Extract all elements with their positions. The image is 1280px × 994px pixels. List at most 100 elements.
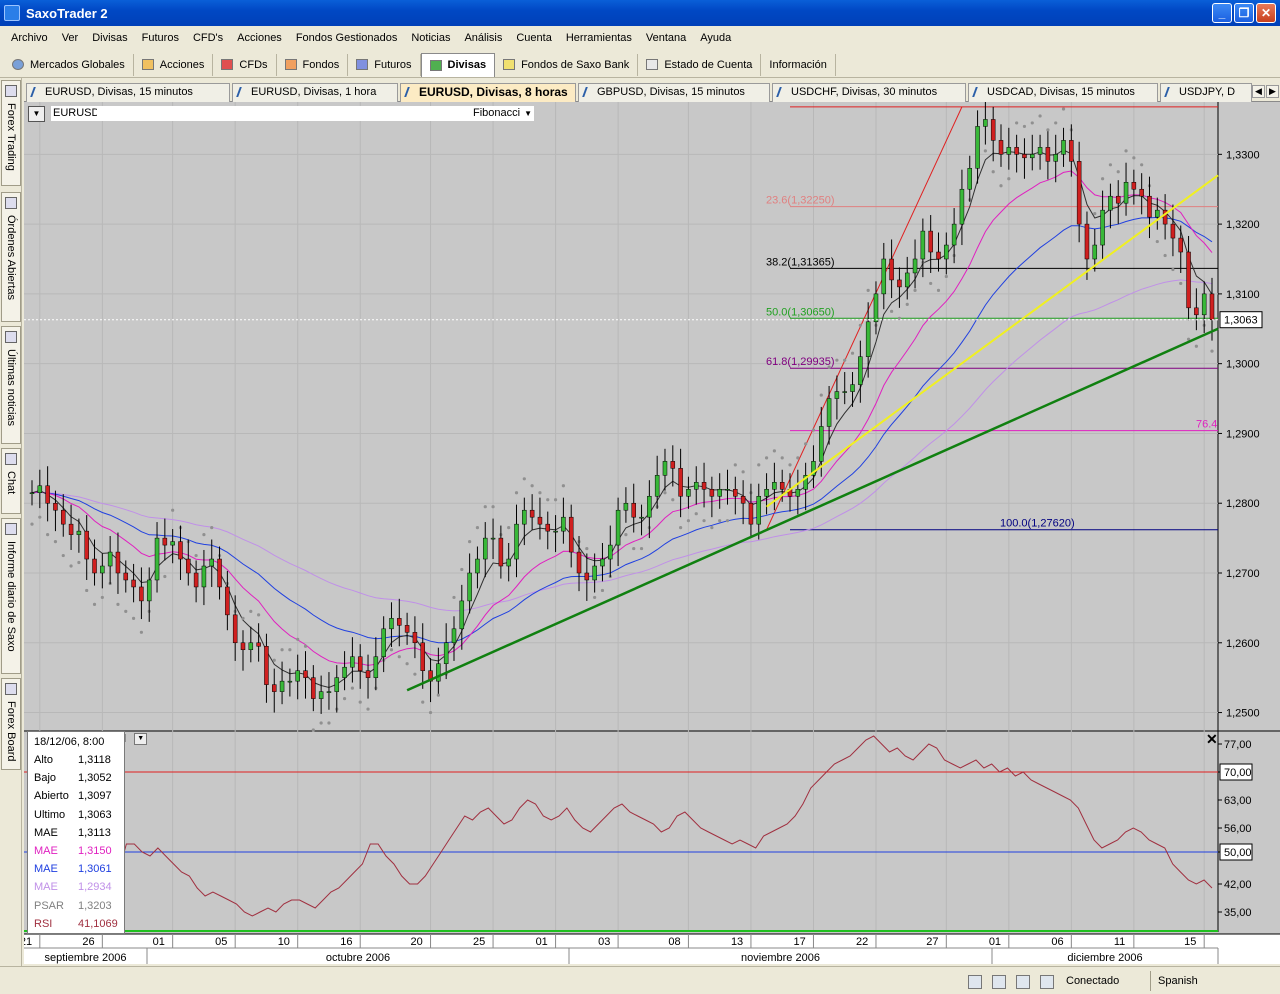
title-bar: SaxoTrader 2 _ ❐ ✕ bbox=[0, 0, 1280, 26]
candle-body bbox=[1069, 140, 1074, 162]
candle-body bbox=[1084, 223, 1090, 260]
psar-dot bbox=[1194, 344, 1198, 348]
side-tab-chat[interactable]: Chat bbox=[1, 448, 21, 514]
psar-dot bbox=[710, 526, 714, 530]
info-key: MAE bbox=[34, 845, 58, 857]
tab-divisas[interactable]: Divisas bbox=[420, 52, 496, 77]
psar-dot bbox=[280, 648, 284, 652]
news-icon bbox=[5, 331, 17, 343]
tab-acciones[interactable]: Acciones bbox=[134, 53, 214, 76]
chart-tab-eurusd-8h[interactable]: EURUSD, Divisas, 8 horas bbox=[400, 83, 576, 102]
menu-divisas[interactable]: Divisas bbox=[85, 32, 134, 44]
side-tab-informe-diario[interactable]: Informe diario de Saxo bbox=[1, 518, 21, 674]
network-icon[interactable] bbox=[992, 975, 1006, 989]
rsi-plot-area bbox=[24, 732, 1218, 932]
candle-body bbox=[873, 293, 879, 323]
menu-analisis[interactable]: Análisis bbox=[457, 32, 509, 44]
menu-acciones[interactable]: Acciones bbox=[230, 32, 289, 44]
side-tab-forex-trading[interactable]: Forex Trading bbox=[1, 80, 21, 186]
rsi-y-tick-label: 63,00 bbox=[1224, 795, 1252, 807]
psar-dot bbox=[1179, 281, 1183, 286]
candle-body bbox=[68, 523, 74, 535]
menu-ventana[interactable]: Ventana bbox=[639, 32, 693, 44]
close-button[interactable]: ✕ bbox=[1256, 3, 1276, 23]
candle-body bbox=[240, 642, 246, 651]
info-key: MAE bbox=[34, 863, 58, 876]
chart-tab-label: EURUSD, Divisas, 1 hora bbox=[251, 86, 377, 98]
menu-noticias[interactable]: Noticias bbox=[404, 32, 457, 44]
rsi-dropdown-button[interactable]: ▼ bbox=[134, 733, 148, 745]
psar-dot bbox=[92, 602, 97, 606]
menu-herramientas[interactable]: Herramientas bbox=[559, 32, 639, 44]
tab-mercados-globales[interactable]: Mercados Globales bbox=[4, 53, 134, 76]
chevron-down-icon: ▼ bbox=[524, 109, 532, 118]
psar-dot bbox=[1124, 149, 1128, 153]
chart-tab-gbpusd-15m[interactable]: GBPUSD, Divisas, 15 minutos bbox=[578, 83, 770, 102]
menu-fondos-gestionados[interactable]: Fondos Gestionados bbox=[289, 32, 405, 44]
tab-estado-de-cuenta[interactable]: Estado de Cuenta bbox=[638, 53, 762, 76]
phone-icon[interactable] bbox=[1016, 975, 1030, 989]
forex-trading-icon bbox=[5, 85, 17, 97]
menu-ver[interactable]: Ver bbox=[55, 32, 86, 44]
candle-body bbox=[686, 489, 691, 497]
chart-tab-label: USDCAD, Divisas, 15 minutos bbox=[987, 86, 1135, 98]
menu-archivo[interactable]: Archivo bbox=[4, 32, 55, 44]
side-tab-ultimas-noticias[interactable]: Últimas noticias bbox=[1, 326, 21, 444]
study-select[interactable]: Fibonacci ▼ bbox=[471, 106, 534, 121]
price-chart[interactable]: 1,3300 1,3200 1,3100 1,3000 1,2900 1,2800 1,27… bbox=[24, 102, 1280, 964]
psar-dot bbox=[819, 393, 823, 397]
tab-fondos-saxo-bank[interactable]: Fondos de Saxo Bank bbox=[495, 53, 639, 76]
candle-body bbox=[881, 258, 887, 295]
tab-informacion[interactable]: Información bbox=[761, 53, 836, 76]
side-tab-ordenes-abiertas[interactable]: Órdenes Abiertas bbox=[1, 192, 21, 322]
psar-dot bbox=[772, 449, 776, 453]
psar-dot bbox=[585, 546, 589, 551]
chart-tab-usdchf-30m[interactable]: USDCHF, Divisas, 30 minutos bbox=[772, 83, 966, 102]
candle-body bbox=[756, 495, 762, 525]
tab-futuros[interactable]: Futuros bbox=[348, 53, 421, 76]
menu-cuenta[interactable]: Cuenta bbox=[509, 32, 558, 44]
psar-dot bbox=[296, 637, 300, 641]
chart-tab-eurusd-15m[interactable]: EURUSD, Divisas, 15 minutos bbox=[26, 83, 230, 102]
tab-cfds[interactable]: CFDs bbox=[213, 53, 277, 76]
side-tab-label: Forex Board bbox=[5, 701, 17, 762]
candle-body bbox=[764, 489, 769, 497]
psar-dot bbox=[241, 616, 245, 620]
menu-futuros[interactable]: Futuros bbox=[135, 32, 186, 44]
psar-dot bbox=[100, 595, 104, 600]
chart-tab-eurusd-1h[interactable]: EURUSD, Divisas, 1 hora bbox=[232, 83, 398, 102]
fib-level-label: 76.4 bbox=[1196, 419, 1217, 431]
chart-menu-button[interactable]: ▼ bbox=[28, 105, 45, 122]
x-tick-label: 22 bbox=[856, 936, 868, 948]
side-tab-forex-board[interactable]: Forex Board bbox=[1, 678, 21, 770]
symbol-label: EURUSD bbox=[51, 106, 100, 121]
psar-dot bbox=[77, 560, 81, 565]
psar-dot bbox=[53, 540, 58, 544]
chart-tab-label: EURUSD, Divisas, 8 horas bbox=[419, 85, 568, 99]
tab-fondos[interactable]: Fondos bbox=[277, 53, 349, 76]
psar-dot bbox=[788, 463, 792, 467]
close-panel-icon[interactable]: ✕ bbox=[1206, 731, 1218, 748]
chart-tab-usdcad-15m[interactable]: USDCAD, Divisas, 15 minutos bbox=[968, 83, 1158, 102]
psar-dot bbox=[514, 491, 519, 495]
tab-scroll-right-button[interactable]: ▶ bbox=[1266, 85, 1279, 98]
symbol-input[interactable] bbox=[97, 106, 471, 121]
menu-cfds[interactable]: CFD's bbox=[186, 32, 230, 44]
chart-tab-usdjpy[interactable]: USDJPY, D bbox=[1160, 83, 1252, 102]
x-tick-label: 21 bbox=[24, 936, 32, 948]
window-title: SaxoTrader 2 bbox=[26, 5, 108, 21]
psar-dot bbox=[202, 533, 206, 537]
menu-ayuda[interactable]: Ayuda bbox=[693, 32, 738, 44]
maximize-button[interactable]: ❐ bbox=[1234, 3, 1254, 23]
minimize-button[interactable]: _ bbox=[1212, 3, 1232, 23]
x-tick-label: 06 bbox=[1051, 936, 1063, 948]
info-row: MAE 1,3061 bbox=[34, 863, 122, 881]
alerts-icon[interactable] bbox=[968, 975, 982, 989]
candle-body bbox=[272, 684, 277, 692]
candle-body bbox=[654, 475, 660, 497]
candle-body bbox=[482, 537, 488, 560]
tab-scroll-left-button[interactable]: ◀ bbox=[1252, 85, 1265, 98]
candle-body bbox=[100, 565, 105, 574]
candle-body bbox=[342, 666, 347, 678]
candle-body bbox=[350, 656, 355, 668]
